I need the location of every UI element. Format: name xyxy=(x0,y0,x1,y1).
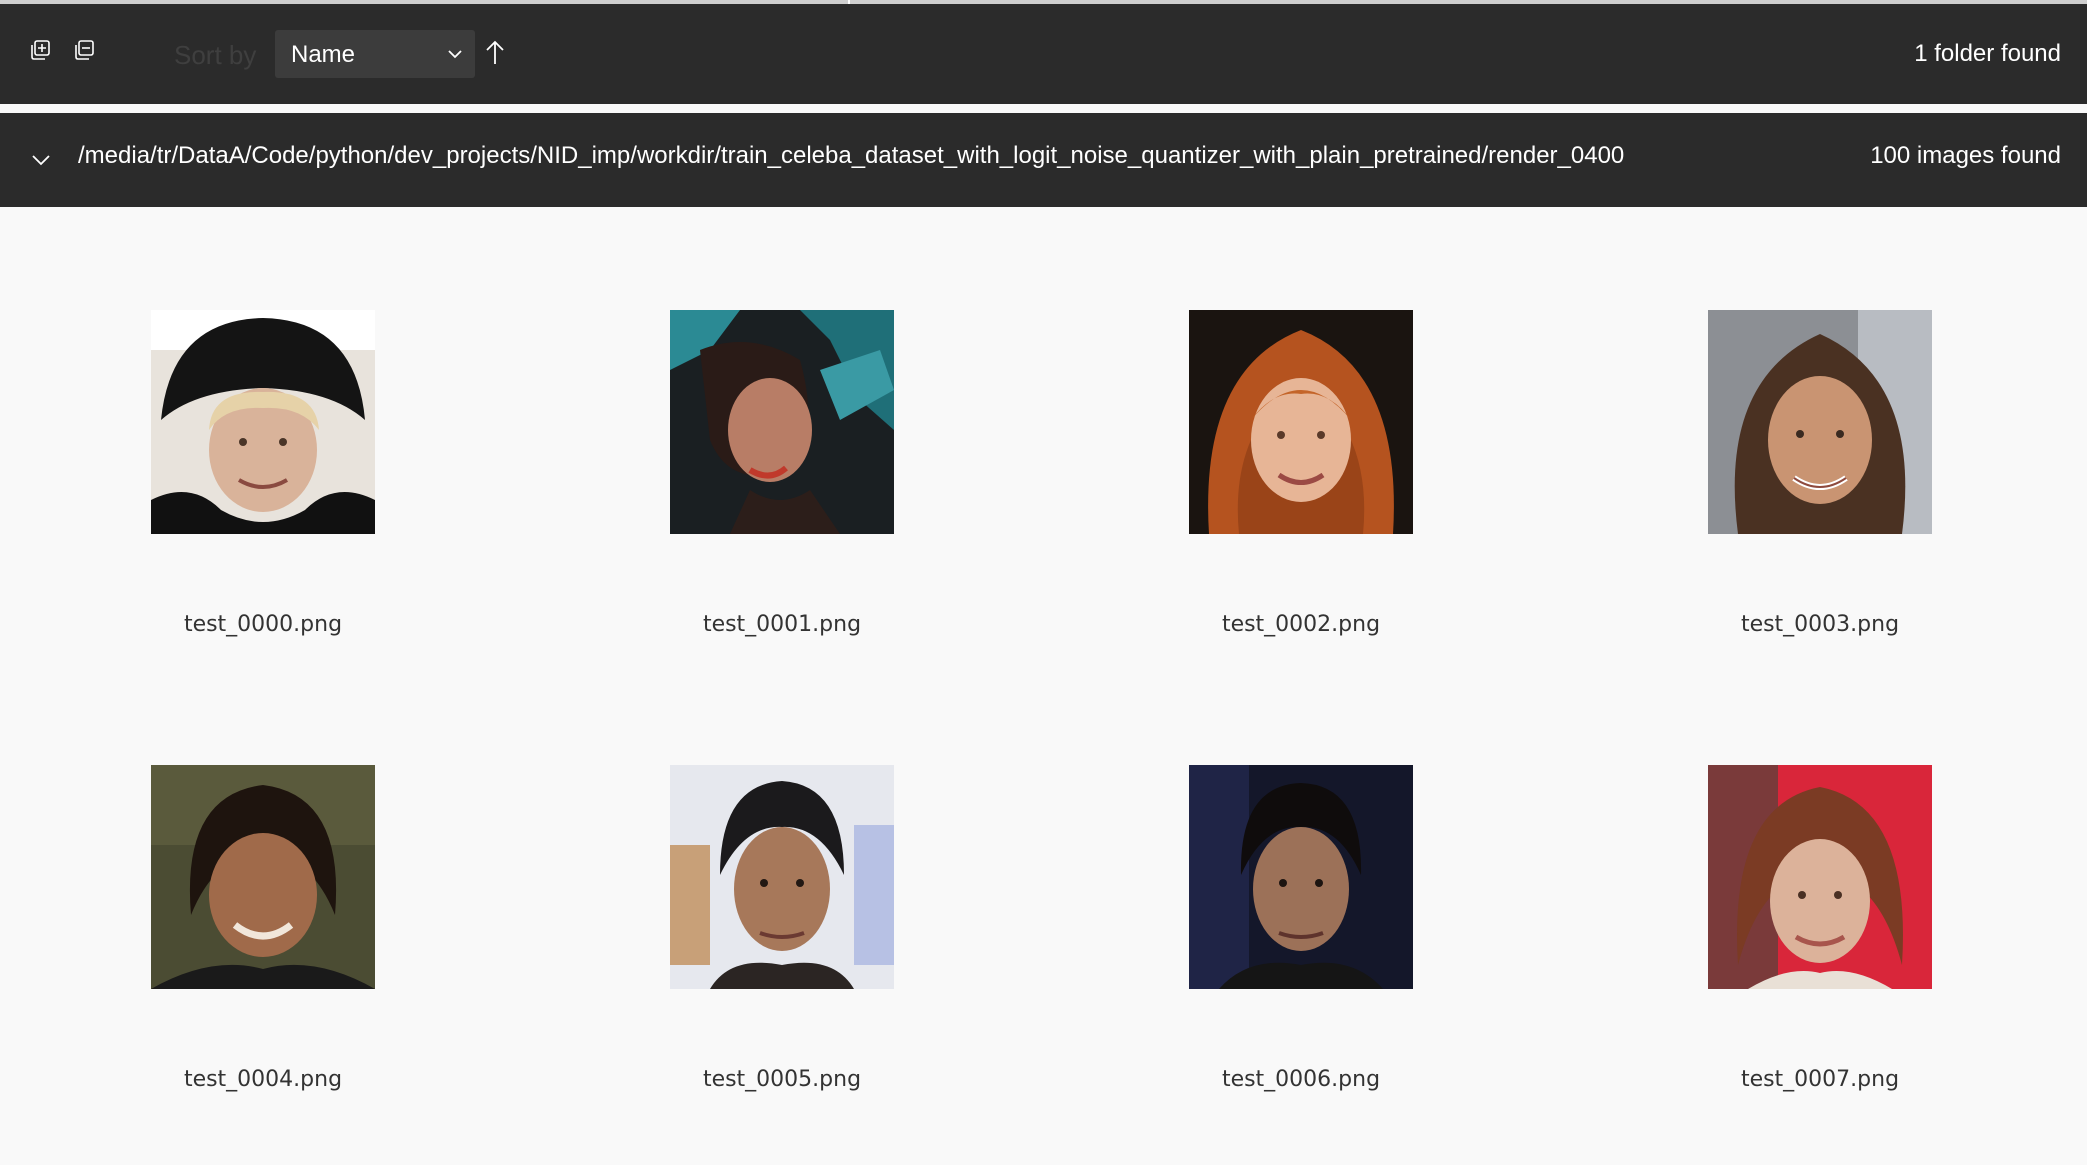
image-thumbnail[interactable] xyxy=(151,310,375,534)
face-thumbnail-image xyxy=(1189,310,1413,534)
image-tile[interactable]: test_0006.png xyxy=(1076,765,1496,1165)
face-thumbnail-image xyxy=(670,310,894,534)
image-tile[interactable]: test_0005.png xyxy=(557,765,977,1165)
image-filename: test_0002.png xyxy=(1221,612,1381,637)
image-grid: test_0000.png test_0001.png test_0002.pn… xyxy=(0,207,2087,1131)
face-thumbnail-image xyxy=(670,765,894,989)
image-tile[interactable]: test_0002.png xyxy=(1076,310,1496,710)
folder-header[interactable]: /media/tr/DataA/Code/python/dev_projects… xyxy=(0,113,2087,207)
toolbar: Sort by Name 1 folder found xyxy=(0,4,2087,104)
image-filename: test_0001.png xyxy=(702,612,862,637)
image-tile[interactable]: test_0004.png xyxy=(38,765,458,1165)
image-filename: test_0003.png xyxy=(1740,612,1900,637)
image-filename: test_0005.png xyxy=(702,1067,862,1092)
collapse-all-icon[interactable] xyxy=(72,38,96,62)
image-filename: test_0006.png xyxy=(1221,1067,1381,1092)
image-tile[interactable]: test_0001.png xyxy=(557,310,977,710)
chevron-down-icon[interactable] xyxy=(30,149,52,171)
arrow-up-icon[interactable] xyxy=(483,38,507,66)
images-found-count: 100 images found xyxy=(1870,142,2061,169)
image-thumbnail[interactable] xyxy=(151,765,375,989)
image-filename: test_0000.png xyxy=(183,612,343,637)
image-thumbnail[interactable] xyxy=(1708,310,1932,534)
image-thumbnail[interactable] xyxy=(1189,310,1413,534)
image-filename: test_0004.png xyxy=(183,1067,343,1092)
face-thumbnail-image xyxy=(151,310,375,534)
folder-path: /media/tr/DataA/Code/python/dev_projects… xyxy=(78,142,1625,169)
sort-by-dropdown[interactable]: Name xyxy=(275,30,475,78)
chevron-down-icon xyxy=(448,50,462,59)
image-thumbnail[interactable] xyxy=(1189,765,1413,989)
sort-by-label: Sort by xyxy=(174,40,257,70)
image-filename: test_0007.png xyxy=(1740,1067,1900,1092)
image-tile[interactable]: test_0003.png xyxy=(1595,310,2015,710)
face-thumbnail-image xyxy=(151,765,375,989)
face-thumbnail-image xyxy=(1708,765,1932,989)
image-thumbnail[interactable] xyxy=(670,310,894,534)
image-thumbnail[interactable] xyxy=(670,765,894,989)
sort-by-value: Name xyxy=(291,41,356,68)
face-thumbnail-image xyxy=(1189,765,1413,989)
image-tile[interactable]: test_0000.png xyxy=(38,310,458,710)
folders-found-count: 1 folder found xyxy=(1914,40,2061,67)
expand-all-icon[interactable] xyxy=(28,38,52,62)
image-tile[interactable]: test_0007.png xyxy=(1595,765,2015,1165)
face-thumbnail-image xyxy=(1708,310,1932,534)
image-thumbnail[interactable] xyxy=(1708,765,1932,989)
